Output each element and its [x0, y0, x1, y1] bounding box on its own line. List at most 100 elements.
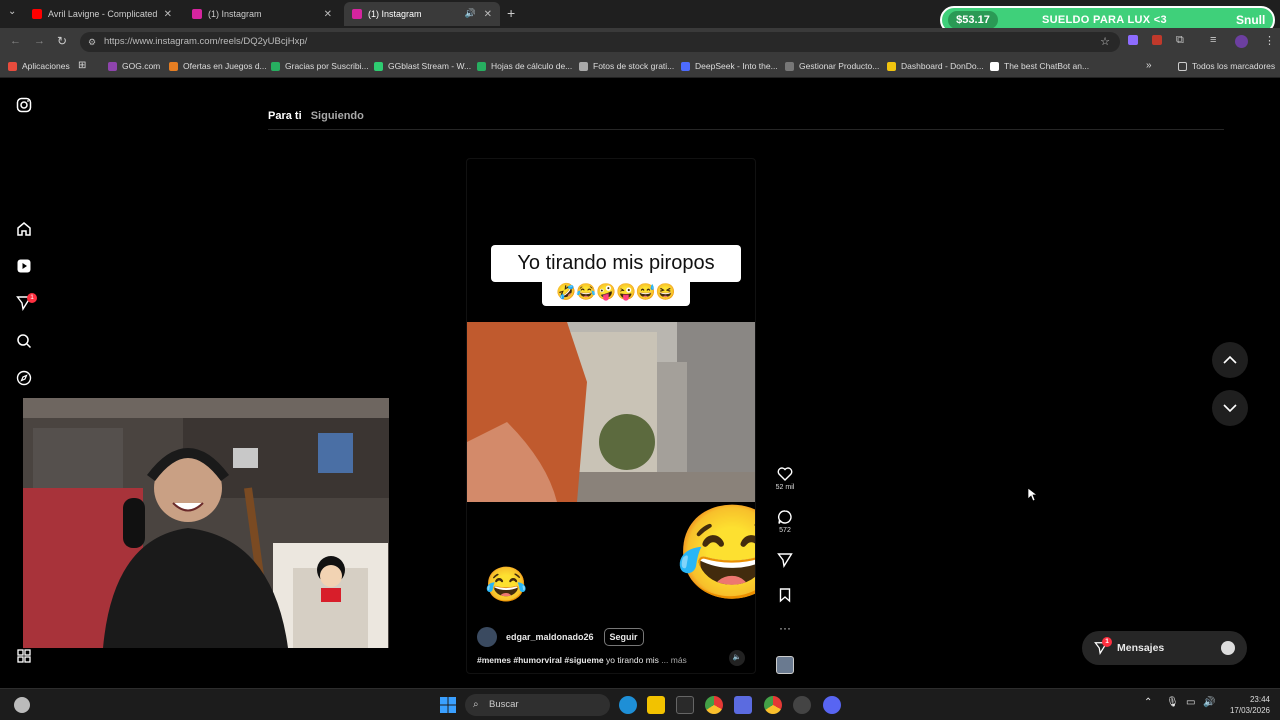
bookmark-item[interactable]: Hojas de cálculo de... [477, 61, 572, 71]
bookmark-favicon-icon [169, 61, 178, 71]
city-scene-image [467, 322, 755, 502]
bookmark-item[interactable]: Dashboard - DonDo... [887, 61, 984, 71]
instagram-favicon-icon [352, 9, 362, 19]
video-caption-text: Yo tirando mis piropos [491, 245, 741, 282]
reel-video[interactable]: Yo tirando mis piropos 🤣😂🤪😜😅😆 😂 😂 edgar_… [466, 158, 756, 674]
video-caption-emojis: 🤣😂🤪😜😅😆 [542, 280, 690, 306]
star-icon[interactable]: ☆ [1100, 32, 1110, 52]
video-caption-overlay: Yo tirando mis piropos 🤣😂🤪😜😅😆 [491, 245, 741, 306]
extensions-puzzle-icon[interactable]: ⧉ [1176, 34, 1184, 47]
chrome-icon[interactable] [705, 696, 723, 714]
more-link[interactable]: ... más [661, 655, 687, 665]
share-icon[interactable] [777, 552, 793, 568]
menu-icon[interactable]: ⋮ [1264, 34, 1275, 47]
file-explorer-icon[interactable] [647, 696, 665, 714]
app-icon[interactable] [734, 696, 752, 714]
taskbar-search[interactable]: ⌕ Buscar [465, 694, 610, 716]
site-info-icon[interactable]: ⚙ [88, 32, 96, 52]
donation-amount: $53.17 [948, 11, 998, 29]
mute-icon[interactable]: 🔈 [729, 650, 745, 666]
donation-user: Snull [1236, 13, 1266, 27]
extension-icon[interactable] [1152, 35, 1162, 45]
webcam-overlay [23, 398, 389, 648]
like-count: 52 mil [775, 484, 795, 491]
home-icon[interactable] [16, 221, 32, 237]
bookmark-item[interactable]: GOG.com [108, 61, 160, 71]
bookmark-favicon-icon [990, 61, 999, 71]
new-tab-icon[interactable]: + [507, 5, 515, 21]
bookmark-icon[interactable] [777, 587, 793, 603]
app-icon[interactable] [793, 696, 811, 714]
bookmark-item[interactable]: GGblast Stream - W... [374, 61, 471, 71]
bookmark-favicon-icon [271, 61, 280, 71]
bookmark-item[interactable]: Gestionar Producto... [785, 61, 879, 71]
messages-button[interactable]: 1 Mensajes [1082, 631, 1247, 665]
youtube-favicon-icon [32, 9, 42, 19]
edge-icon[interactable] [619, 696, 637, 714]
extension-icon[interactable] [1128, 35, 1138, 45]
caption-text: yo tirando mis [606, 655, 659, 665]
app-icon[interactable] [676, 696, 694, 714]
windows-start-icon[interactable] [440, 697, 456, 713]
tab-instagram-1[interactable]: (1) Instagram ✕ [184, 2, 340, 26]
clock-time: 23:44 [1249, 695, 1270, 704]
grid-icon[interactable]: ⊞ [78, 60, 86, 71]
back-icon[interactable]: ← [10, 35, 21, 47]
tab-siguiendo[interactable]: Siguiendo [311, 110, 364, 122]
grid-more-icon[interactable] [16, 648, 32, 664]
tab-search-icon[interactable]: ⌄ [8, 6, 16, 17]
search-icon[interactable] [16, 333, 32, 349]
explore-compass-icon[interactable] [16, 370, 32, 386]
bookmark-item[interactable]: Gracias por Suscribi... [271, 61, 369, 71]
audio-thumbnail[interactable] [776, 656, 794, 674]
heart-icon[interactable] [777, 466, 793, 482]
bookmark-favicon-icon [579, 61, 588, 71]
reading-list-icon[interactable]: ≡ [1210, 34, 1216, 46]
more-options-icon[interactable]: ··· [779, 621, 791, 635]
tab-youtube[interactable]: Avril Lavigne - Complicated (Of ✕ [24, 2, 180, 26]
profile-avatar[interactable] [1235, 35, 1248, 48]
video-frame [467, 322, 755, 502]
tray-expand-icon[interactable]: ⌃ [1144, 697, 1152, 708]
next-reel-button[interactable] [1212, 390, 1248, 426]
bookmark-item[interactable]: The best ChatBot an... [990, 61, 1089, 71]
clock-date: 17/03/2026 [1229, 706, 1270, 715]
discord-icon[interactable] [823, 696, 841, 714]
address-bar[interactable]: ⚙ https://www.instagram.com/reels/DQ2yUB… [80, 32, 1120, 52]
chrome-active-icon[interactable] [764, 696, 782, 714]
bookmark-item[interactable]: DeepSeek - Into the... [681, 61, 778, 71]
forward-icon[interactable]: → [34, 35, 45, 47]
reload-icon[interactable]: ↻ [57, 34, 67, 48]
comment-count: 572 [779, 527, 791, 534]
speaker-icon[interactable]: 🔊 [465, 8, 476, 19]
bookmark-item[interactable]: Ofertas en Juegos d... [169, 61, 267, 71]
microphone-icon[interactable]: 🎙 [1166, 697, 1179, 708]
close-tab-icon[interactable]: ✕ [324, 9, 332, 20]
author-username[interactable]: edgar_maldonado26 [506, 632, 594, 642]
previous-reel-button[interactable] [1212, 342, 1248, 378]
hashtags[interactable]: #memes #humorviral #sigueme [477, 655, 604, 665]
chevron-up-icon [1223, 355, 1237, 364]
author-avatar[interactable] [477, 627, 497, 647]
network-icon[interactable]: ▭ [1186, 697, 1195, 708]
search-icon: ⌕ [473, 699, 479, 710]
widgets-icon[interactable] [14, 697, 30, 713]
more-bookmarks-icon[interactable]: » [1146, 60, 1152, 71]
comment-icon[interactable] [777, 509, 793, 525]
taskbar-clock[interactable]: 23:44 17/03/2026 [1222, 694, 1270, 716]
reels-icon[interactable] [16, 258, 32, 274]
like-action: 52 mil [772, 466, 798, 491]
crying-laughing-monkey-emoji: 😂 [485, 566, 528, 604]
bookmarks-folder[interactable]: Todos los marcadores [1178, 61, 1275, 71]
bookmark-item[interactable]: Fotos de stock grati... [579, 61, 674, 71]
follow-button[interactable]: Seguir [603, 628, 644, 646]
volume-icon[interactable]: 🔊 [1203, 697, 1215, 708]
tab-instagram-active[interactable]: (1) Instagram 🔊 ✕ [344, 2, 500, 26]
bookmark-favicon-icon [887, 61, 896, 71]
instagram-logo-icon[interactable] [16, 97, 32, 113]
bookmark-apps[interactable]: Aplicaciones [8, 61, 70, 71]
close-tab-icon[interactable]: ✕ [164, 9, 172, 20]
reel-caption: #memes #humorviral #sigueme yo tirando m… [477, 655, 687, 665]
close-tab-icon[interactable]: ✕ [484, 9, 492, 20]
tab-para-ti[interactable]: Para ti [268, 110, 302, 122]
